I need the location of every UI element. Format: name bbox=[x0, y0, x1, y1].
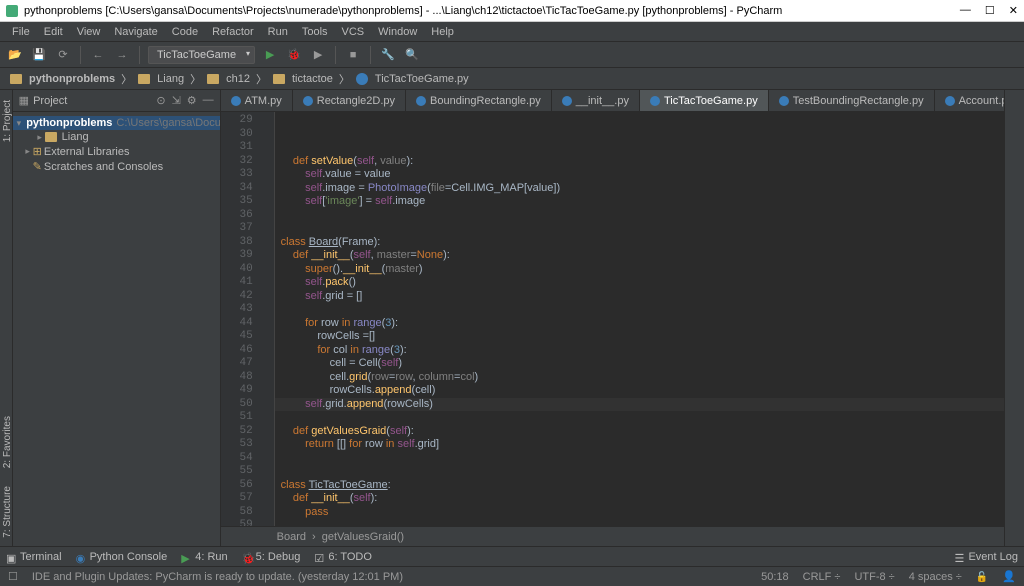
panel-title[interactable]: Project bbox=[33, 95, 156, 107]
python-console-tab[interactable]: ◉Python Console bbox=[76, 551, 168, 563]
todo-tab[interactable]: ☑6: TODO bbox=[314, 551, 372, 563]
line-gutter: 2930313233343536373839404142434445464748… bbox=[221, 112, 261, 526]
project-panel-header: ▦ Project ⊙ ⇲ ⚙ — bbox=[13, 90, 220, 112]
code-area[interactable]: 2930313233343536373839404142434445464748… bbox=[221, 112, 1024, 526]
minimize-button[interactable]: — bbox=[960, 4, 971, 17]
bc-part[interactable]: ch12 bbox=[226, 73, 250, 85]
bc-part[interactable]: Liang bbox=[157, 73, 184, 85]
bc-file[interactable]: TicTacToeGame.py bbox=[375, 73, 469, 85]
menu-refactor[interactable]: Refactor bbox=[206, 24, 260, 40]
lock-icon[interactable] bbox=[976, 571, 988, 583]
inspector-icon[interactable]: 👤 bbox=[1002, 570, 1016, 583]
editor-tab[interactable]: ATM.py bbox=[221, 90, 293, 111]
line-ending[interactable]: CRLF ÷ bbox=[803, 571, 841, 583]
folder-icon bbox=[10, 74, 22, 84]
tree-root[interactable]: ▾ pythonproblems C:\Users\gansa\Docum bbox=[13, 116, 220, 130]
editor-tabs: ATM.pyRectangle2D.pyBoundingRectangle.py… bbox=[221, 90, 1024, 112]
run-tab[interactable]: ▶4: Run bbox=[181, 551, 227, 563]
status-message: IDE and Plugin Updates: PyCharm is ready… bbox=[32, 571, 747, 583]
collapse-icon[interactable]: ⊙ bbox=[156, 94, 165, 107]
open-icon[interactable]: 📂 bbox=[6, 46, 24, 64]
python-file-icon bbox=[356, 73, 368, 85]
editor-tab[interactable]: TicTacToeGame.py bbox=[640, 90, 769, 111]
menu-view[interactable]: View bbox=[71, 24, 107, 40]
menubar: File Edit View Navigate Code Refactor Ru… bbox=[0, 22, 1024, 42]
menu-window[interactable]: Window bbox=[372, 24, 423, 40]
titlebar: pythonproblems [C:\Users\gansa\Documents… bbox=[0, 0, 1024, 22]
coverage-icon[interactable]: ▶ bbox=[309, 46, 327, 64]
search-icon[interactable]: 🔍 bbox=[403, 46, 421, 64]
structure-tool-tab[interactable]: 7: Structure bbox=[0, 480, 15, 544]
window-controls: — ☐ ✕ bbox=[960, 4, 1018, 17]
cursor-position[interactable]: 50:18 bbox=[761, 571, 789, 583]
close-button[interactable]: ✕ bbox=[1009, 4, 1018, 17]
save-icon[interactable]: 💾 bbox=[30, 46, 48, 64]
stop-icon[interactable]: ■ bbox=[344, 46, 362, 64]
back-icon[interactable]: ← bbox=[89, 46, 107, 64]
run-icon[interactable]: ▶ bbox=[261, 46, 279, 64]
left-sidebar-tabs: 1: Project 2: Favorites 7: Structure bbox=[0, 90, 13, 546]
tree-item[interactable]: ▸⊞ External Libraries bbox=[13, 144, 220, 159]
main-area: 1: Project 2: Favorites 7: Structure ▦ P… bbox=[0, 90, 1024, 546]
window-title: pythonproblems [C:\Users\gansa\Documents… bbox=[24, 5, 960, 17]
editor: ATM.pyRectangle2D.pyBoundingRectangle.py… bbox=[221, 90, 1024, 546]
gear-icon[interactable]: ⚙ bbox=[187, 94, 197, 107]
folder-icon bbox=[207, 74, 219, 84]
app-icon bbox=[6, 5, 18, 17]
bc-part[interactable]: tictactoe bbox=[292, 73, 333, 85]
run-config-select[interactable]: TicTacToeGame bbox=[148, 46, 255, 64]
indent-setting[interactable]: 4 spaces ÷ bbox=[909, 571, 962, 583]
fold-gutter[interactable] bbox=[261, 112, 275, 526]
folder-icon bbox=[138, 74, 150, 84]
menu-help[interactable]: Help bbox=[425, 24, 460, 40]
folder-icon bbox=[273, 74, 285, 84]
encoding[interactable]: UTF-8 ÷ bbox=[854, 571, 894, 583]
right-sidebar-tabs bbox=[1004, 90, 1024, 546]
project-tree: ▾ pythonproblems C:\Users\gansa\Docum ▸ … bbox=[13, 112, 220, 178]
maximize-button[interactable]: ☐ bbox=[985, 4, 995, 17]
menu-tools[interactable]: Tools bbox=[296, 24, 334, 40]
terminal-tab[interactable]: ▣Terminal bbox=[6, 551, 62, 563]
sync-icon[interactable]: ⟳ bbox=[54, 46, 72, 64]
status-icon[interactable]: ☐ bbox=[8, 570, 18, 583]
menu-vcs[interactable]: VCS bbox=[336, 24, 371, 40]
menu-navigate[interactable]: Navigate bbox=[108, 24, 163, 40]
project-tool-tab[interactable]: 1: Project bbox=[0, 94, 15, 148]
bc-root[interactable]: pythonproblems bbox=[29, 73, 115, 85]
editor-breadcrumb: Board › getValuesGraid() bbox=[221, 526, 1024, 546]
panel-select-icon[interactable]: ▦ bbox=[19, 94, 29, 107]
editor-tab[interactable]: Rectangle2D.py bbox=[293, 90, 406, 111]
debug-icon[interactable]: 🐞 bbox=[285, 46, 303, 64]
menu-code[interactable]: Code bbox=[166, 24, 204, 40]
statusbar: ☐ IDE and Plugin Updates: PyCharm is rea… bbox=[0, 566, 1024, 586]
navigation-breadcrumb: pythonproblems 〉 Liang 〉 ch12 〉 tictacto… bbox=[0, 68, 1024, 90]
toolbar: 📂 💾 ⟳ ← → TicTacToeGame ▶ 🐞 ▶ ■ 🔧 🔍 bbox=[0, 42, 1024, 68]
bc-method[interactable]: getValuesGraid() bbox=[322, 531, 404, 543]
wrench-icon[interactable]: 🔧 bbox=[379, 46, 397, 64]
menu-edit[interactable]: Edit bbox=[38, 24, 69, 40]
expand-icon[interactable]: ⇲ bbox=[172, 94, 181, 107]
editor-tab[interactable]: TestBoundingRectangle.py bbox=[769, 90, 935, 111]
bottom-tool-tabs: ▣Terminal ◉Python Console ▶4: Run 🐞5: De… bbox=[0, 546, 1024, 566]
bc-class[interactable]: Board bbox=[277, 531, 306, 543]
menu-run[interactable]: Run bbox=[262, 24, 294, 40]
hide-icon[interactable]: — bbox=[203, 94, 214, 107]
tree-item[interactable]: ✎ Scratches and Consoles bbox=[13, 159, 220, 174]
editor-tab[interactable]: BoundingRectangle.py bbox=[406, 90, 552, 111]
project-panel: ▦ Project ⊙ ⇲ ⚙ — ▾ pythonproblems C:\Us… bbox=[13, 90, 221, 546]
forward-icon[interactable]: → bbox=[113, 46, 131, 64]
editor-tab[interactable]: __init__.py bbox=[552, 90, 640, 111]
code-text[interactable]: def setValue(self, value): self.value = … bbox=[275, 112, 1012, 526]
tree-item[interactable]: ▸ Liang bbox=[13, 130, 220, 144]
favorites-tool-tab[interactable]: 2: Favorites bbox=[0, 410, 15, 474]
debug-tab[interactable]: 🐞5: Debug bbox=[242, 551, 301, 563]
menu-file[interactable]: File bbox=[6, 24, 36, 40]
event-log-tab[interactable]: ☰Event Log bbox=[954, 551, 1018, 563]
